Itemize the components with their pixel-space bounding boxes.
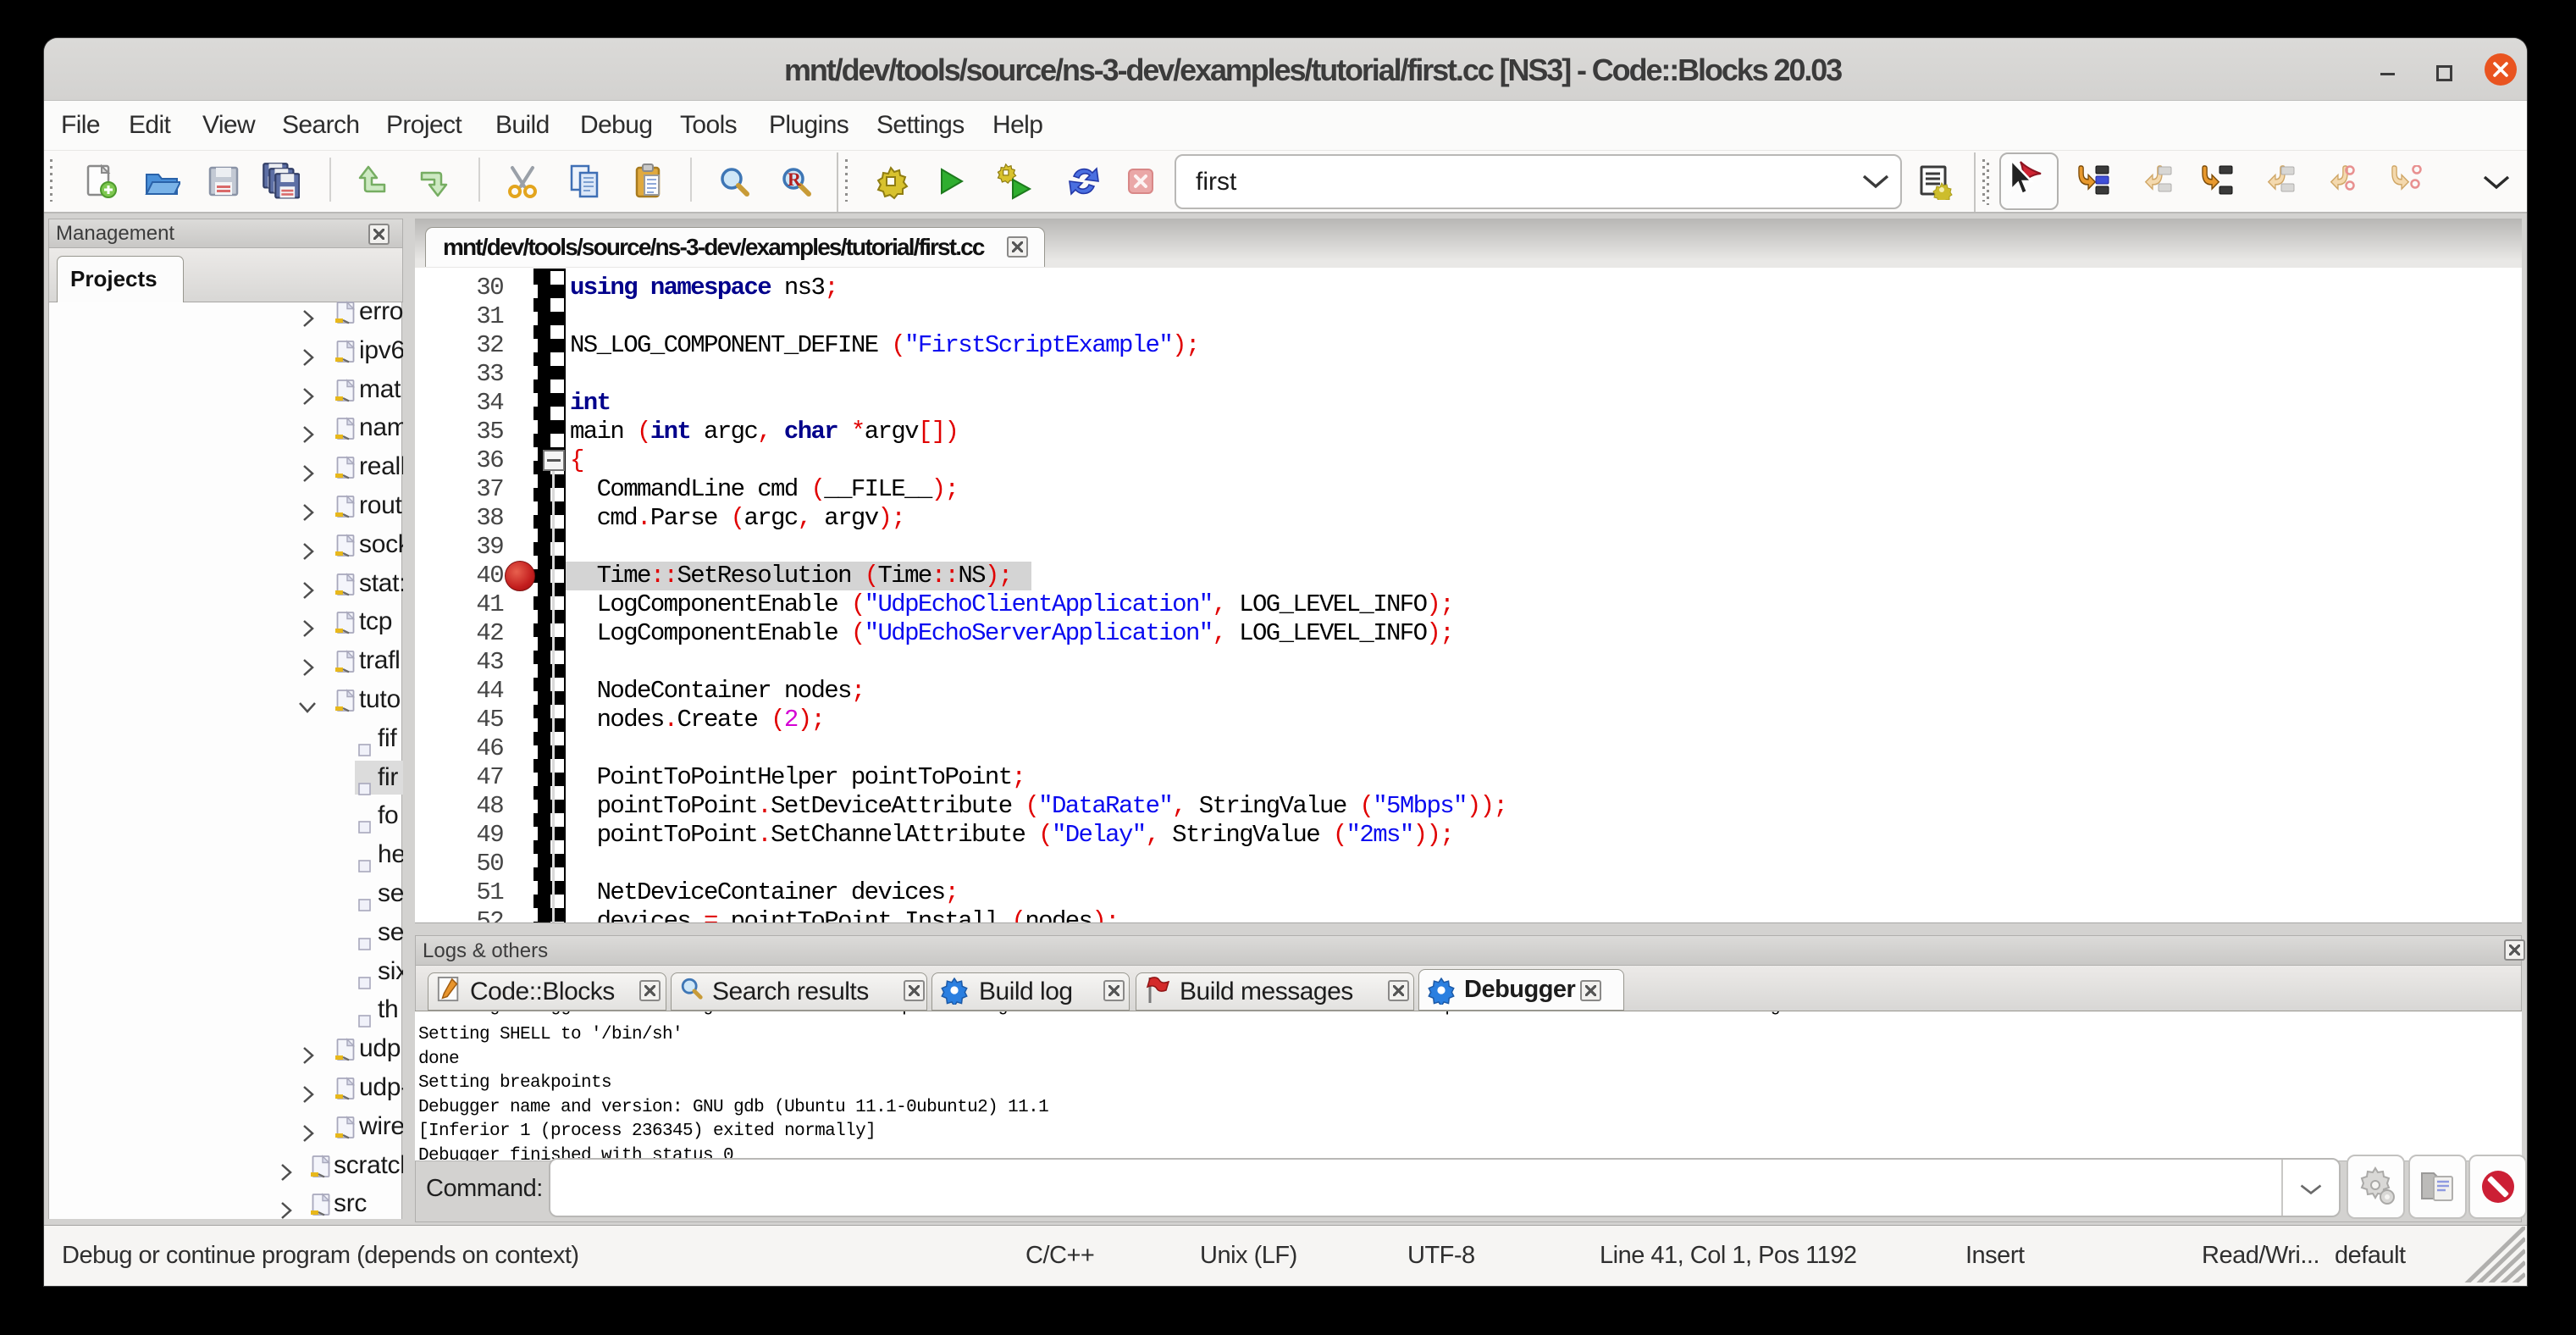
svg-text:R: R [788, 169, 802, 190]
